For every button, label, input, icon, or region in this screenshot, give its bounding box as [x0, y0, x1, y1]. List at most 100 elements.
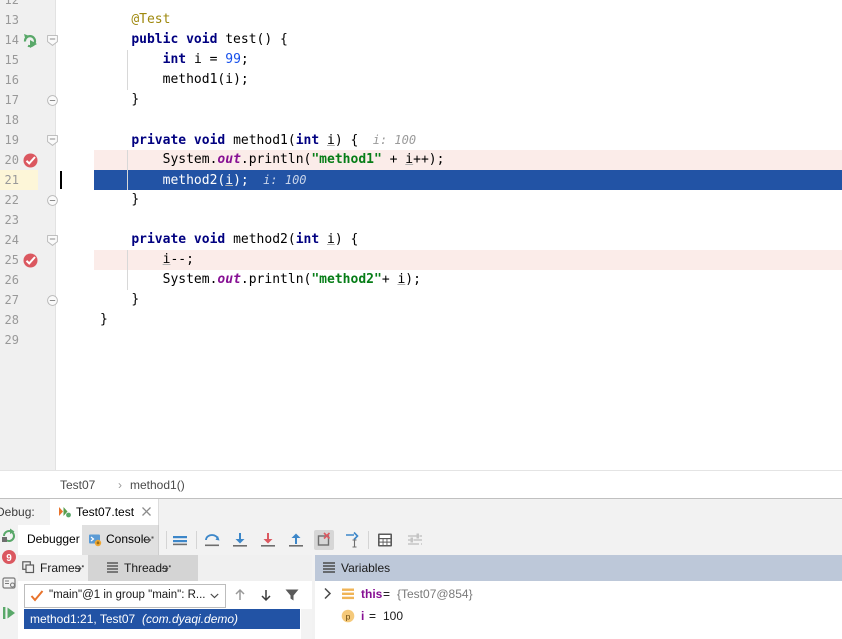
- thread-selector-label: "main"@1 in group "main": R...: [49, 589, 206, 601]
- chevron-right-icon[interactable]: [321, 587, 334, 600]
- code-token-kw: int: [295, 232, 327, 247]
- force-step-into-icon[interactable]: [258, 530, 278, 550]
- code-line[interactable]: }: [100, 190, 139, 210]
- line-number: 22: [4, 193, 19, 207]
- code-line[interactable]: int i = 99;: [100, 50, 249, 70]
- step-into-icon[interactable]: [230, 530, 250, 550]
- indent-guide: [127, 150, 129, 170]
- breadcrumb-item-method[interactable]: method1(): [130, 471, 185, 499]
- stack-frame-row[interactable]: method1:21, Test07 (com.dyaqi.demo): [24, 609, 300, 629]
- code-line[interactable]: method2(i); i: 100: [100, 170, 307, 190]
- indent-guide: [127, 250, 129, 270]
- svg-text:9: 9: [6, 553, 12, 564]
- line-number: 28: [4, 313, 19, 327]
- filter-frames-icon[interactable]: [284, 587, 300, 603]
- code-line[interactable]: private void method1(int i) { i: 100: [100, 130, 416, 150]
- variable-row-i[interactable]: p i = 100: [315, 605, 842, 627]
- variable-row-this[interactable]: this = {Test07@854}: [315, 583, 842, 605]
- line-number: 19: [4, 133, 19, 147]
- rerun-icon[interactable]: [1, 527, 17, 543]
- code-line[interactable]: System.out.println("method2"+ i);: [100, 270, 421, 290]
- debug-side-toolbar[interactable]: 9: [0, 525, 18, 639]
- pin-tab-icon[interactable]: [142, 534, 154, 546]
- primitive-icon: p: [341, 609, 355, 623]
- code-token-param: i: [405, 152, 414, 167]
- code-token: --;: [170, 252, 194, 267]
- code-token: +: [381, 272, 398, 287]
- variables-header[interactable]: Variables: [315, 555, 842, 581]
- code-token: ) {: [334, 133, 359, 148]
- evaluate-expression-icon[interactable]: [375, 530, 395, 550]
- step-over-icon[interactable]: [202, 530, 222, 550]
- code-token: ) {: [334, 232, 359, 247]
- code-token: +: [381, 152, 406, 167]
- frame-up-icon[interactable]: [232, 587, 248, 603]
- debug-session-tab-label: Test07.test: [76, 505, 135, 519]
- run-gutter-icon[interactable]: [22, 32, 39, 49]
- line-number: 25: [4, 253, 19, 267]
- stack-frame-package: (com.dyaqi.demo): [142, 612, 239, 626]
- close-icon[interactable]: [141, 506, 152, 517]
- frame-down-icon[interactable]: [258, 587, 274, 603]
- variables-pane: this = {Test07@854} p i = 100: [315, 581, 842, 639]
- tab-console[interactable]: Console: [82, 525, 160, 555]
- code-line[interactable]: i--;: [100, 250, 194, 270]
- fold-collapse-icon[interactable]: [47, 195, 58, 206]
- tab-threads[interactable]: Threads: [102, 555, 175, 581]
- code-line[interactable]: method1(i);: [100, 70, 249, 90]
- fold-expanded-icon[interactable]: [47, 235, 58, 246]
- code-line[interactable]: }: [100, 290, 139, 310]
- pin-threads-icon[interactable]: [161, 563, 172, 574]
- fold-expanded-icon[interactable]: [47, 135, 58, 146]
- code-token: }: [131, 192, 140, 207]
- resume-program-icon[interactable]: [1, 605, 17, 621]
- line-number: 23: [4, 213, 19, 227]
- code-line[interactable]: }: [100, 90, 139, 110]
- tab-debugger[interactable]: Debugger: [18, 525, 90, 555]
- code-line[interactable]: public void test() {: [100, 30, 288, 50]
- code-editor[interactable]: @Test public void test() { int i = 99; m…: [0, 0, 842, 470]
- code-text-area[interactable]: @Test public void test() { int i = 99; m…: [56, 0, 842, 470]
- chevron-down-icon[interactable]: [210, 593, 219, 599]
- indent-guide: [127, 270, 129, 290]
- breadcrumb[interactable]: Test07 › method1(): [0, 470, 842, 499]
- drop-frame-icon[interactable]: [314, 530, 334, 550]
- code-token: System.: [162, 272, 218, 287]
- fold-collapse-icon[interactable]: [47, 95, 58, 106]
- step-out-icon[interactable]: [286, 530, 306, 550]
- code-token-param: i: [225, 173, 234, 188]
- code-line[interactable]: }: [100, 310, 108, 330]
- run-to-cursor-icon[interactable]: [342, 530, 362, 550]
- code-line[interactable]: System.out.println("method1" + i++);: [100, 150, 445, 170]
- code-token-kw: private void: [131, 133, 234, 148]
- debug-session-tab[interactable]: Test07.test: [50, 499, 159, 525]
- code-line[interactable]: @Test: [100, 10, 170, 30]
- line-number: 13: [4, 13, 19, 27]
- line-number: 27: [4, 293, 19, 307]
- line-number: 16: [4, 73, 19, 87]
- breakpoint-icon[interactable]: [22, 152, 39, 169]
- show-execution-point-icon[interactable]: [170, 530, 190, 550]
- code-token-ann: @Test: [131, 12, 171, 27]
- fold-expanded-icon[interactable]: [47, 35, 58, 46]
- line-number: 17: [4, 93, 19, 107]
- breadcrumb-item-class[interactable]: Test07: [60, 471, 95, 499]
- frames-scrollbar[interactable]: [301, 609, 312, 639]
- debug-session-icon: [59, 507, 71, 518]
- code-line[interactable]: private void method2(int i) {: [100, 230, 358, 250]
- pin-frames-icon[interactable]: [74, 563, 85, 574]
- fold-collapse-icon[interactable]: [47, 295, 58, 306]
- breakpoint-icon[interactable]: [22, 252, 39, 269]
- settings-icon[interactable]: [405, 530, 425, 550]
- line-number: 12: [4, 0, 19, 7]
- mute-breakpoints-icon[interactable]: 9: [1, 549, 17, 565]
- restore-layout-icon[interactable]: [1, 575, 17, 591]
- thread-selector[interactable]: "main"@1 in group "main": R...: [24, 584, 226, 608]
- tab-frames[interactable]: Frames: [18, 555, 88, 581]
